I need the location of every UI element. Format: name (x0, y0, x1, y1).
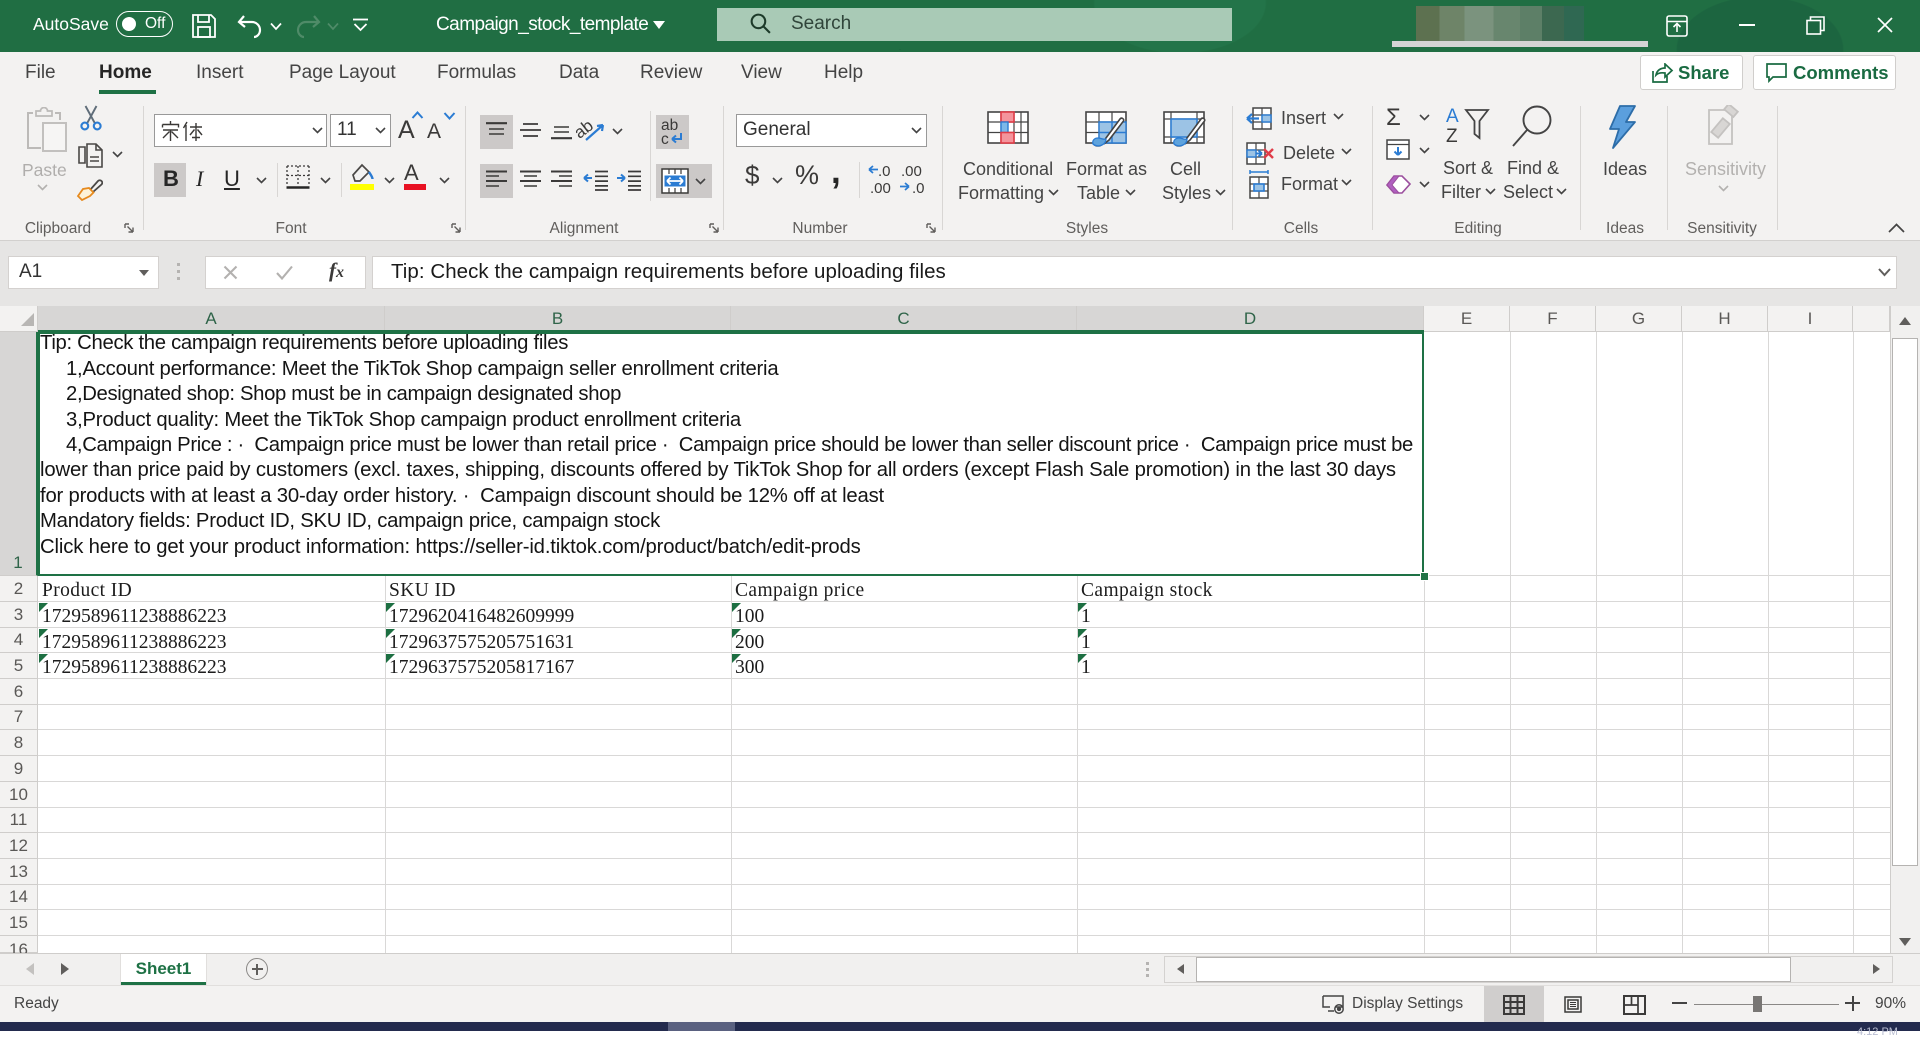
svg-text:c: c (661, 131, 669, 147)
svg-text:.0: .0 (912, 180, 924, 197)
svg-text:.00: .00 (901, 163, 922, 180)
svg-text:.00: .00 (870, 180, 891, 197)
svg-text:.0: .0 (878, 163, 891, 180)
svg-text:A: A (1446, 106, 1459, 127)
svg-text:Z: Z (1446, 126, 1458, 144)
